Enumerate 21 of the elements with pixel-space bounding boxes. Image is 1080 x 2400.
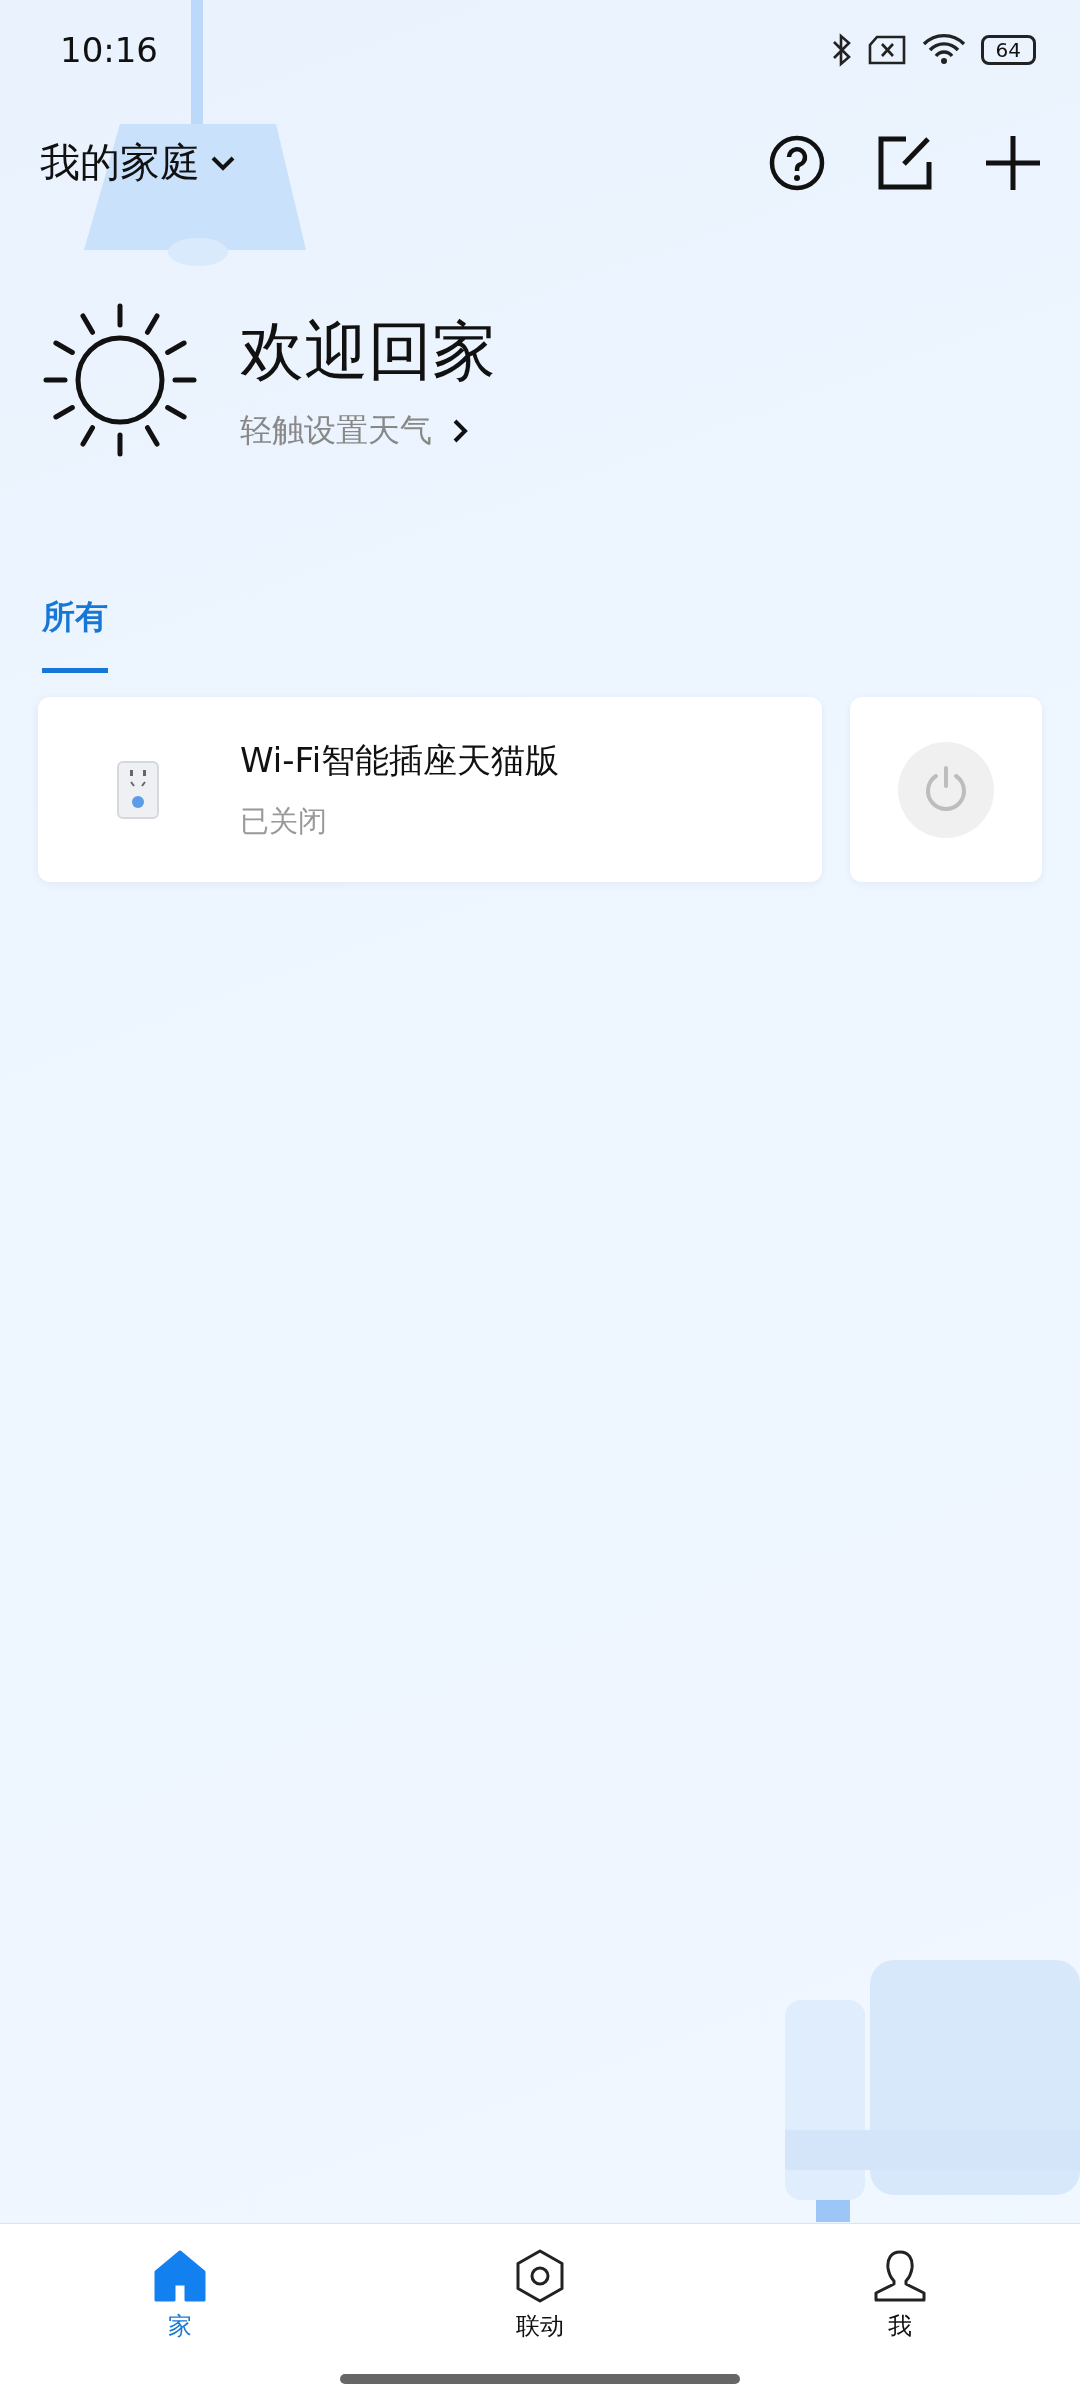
status-time: 10:16	[60, 30, 159, 70]
add-button[interactable]	[984, 133, 1042, 192]
home-icon	[152, 2248, 208, 2304]
device-name: Wi-Fi智能插座天猫版	[240, 738, 560, 782]
nav-tab[interactable]: 我	[720, 2224, 1080, 2400]
help-button[interactable]	[768, 133, 826, 192]
welcome-title: 欢迎回家	[240, 312, 496, 390]
no-sim-icon	[866, 35, 907, 65]
nav-tab[interactable]: 联动	[360, 2224, 720, 2400]
nav-tab[interactable]: 家	[0, 2224, 360, 2400]
bluetooth-icon	[830, 33, 853, 67]
person-icon	[872, 2248, 928, 2304]
chevron-right-icon	[452, 417, 468, 444]
sun-icon	[42, 302, 198, 458]
wifi-icon	[920, 33, 967, 67]
battery-icon: 64	[980, 35, 1036, 65]
room-tab[interactable]: 所有	[42, 595, 108, 673]
smart-plug-icon	[116, 759, 160, 820]
device-status: 已关闭	[240, 802, 328, 840]
home-selector[interactable]: 我的家庭	[40, 135, 768, 190]
device-card[interactable]: Wi-Fi智能插座天猫版 已关闭	[38, 697, 822, 882]
